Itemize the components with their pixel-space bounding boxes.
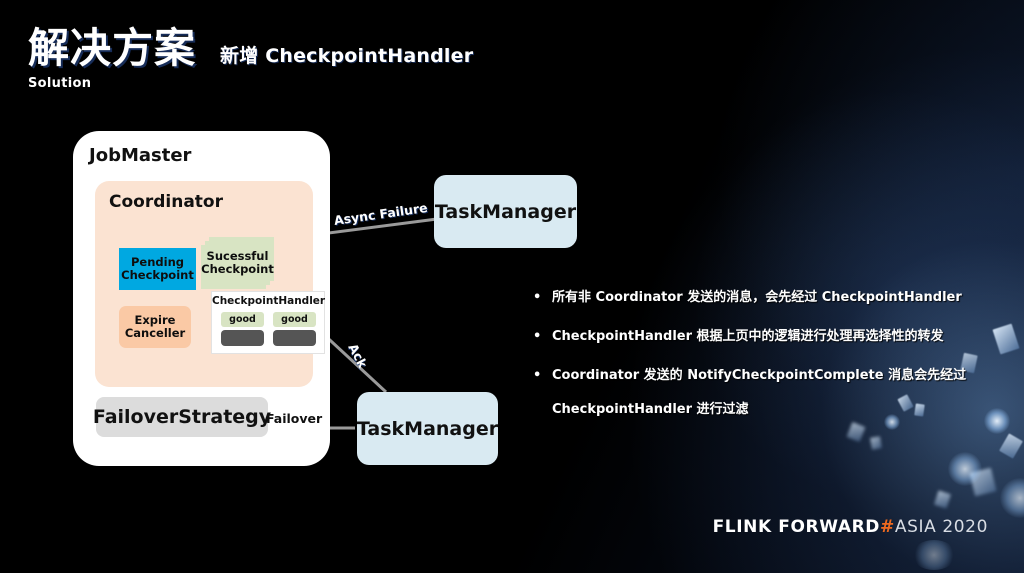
slide-canvas: 解决方案 新增 CheckpointHandler Solution JobMa… [0, 0, 1024, 573]
bullet-item: 所有非 Coordinator 发送的消息，会先经过 CheckpointHan… [530, 288, 990, 308]
checkpoint-handler-box: CheckpointHandler good good [211, 291, 325, 354]
decorative-cube [992, 323, 1020, 355]
pending-checkpoint-line2: Checkpoint [121, 268, 194, 282]
decorative-cube [969, 467, 997, 497]
taskmanager-top-box: TaskManager [434, 175, 577, 248]
handler-slot-good: good [273, 312, 316, 327]
checkpoint-handler-label: CheckpointHandler [212, 295, 326, 307]
bullet-text: 所有非 Coordinator 发送的消息，会先经过 CheckpointHan… [552, 290, 962, 305]
footer-asia-year: ASIA 2020 [894, 517, 988, 537]
successful-checkpoint-stack: Sucessful Checkpoint [201, 237, 274, 289]
footer-flink-forward: FLINK FORWARD [712, 517, 880, 537]
bullet-item: CheckpointHandler 根据上页中的逻辑进行处理再选择性的转发 [530, 327, 990, 347]
coordinator-label: Coordinator [109, 192, 223, 212]
pending-checkpoint-box: Pending Checkpoint [119, 248, 196, 290]
failover-strategy-box: FailoverStrategy [93, 397, 271, 437]
bullet-text-continued: CheckpointHandler 进行过滤 [552, 402, 749, 418]
bullet-list: 所有非 Coordinator 发送的消息，会先经过 CheckpointHan… [530, 288, 990, 440]
handler-slot-dark [221, 330, 264, 346]
handler-slot-good: good [221, 312, 264, 327]
footer-branding: FLINK FORWARD#ASIA 2020 [713, 517, 988, 537]
successful-checkpoint-line2: Checkpoint [201, 262, 274, 276]
bullet-text: CheckpointHandler 根据上页中的逻辑进行处理再选择性的转发 [552, 329, 944, 345]
bullet-text: Coordinator 发送的 NotifyCheckpointComplete… [552, 368, 967, 384]
bullet-item: Coordinator 发送的 NotifyCheckpointComplete… [530, 366, 990, 420]
decorative-glow [912, 540, 956, 570]
decorative-glow [1000, 478, 1024, 518]
arrow-label-async-failure: Async Failure [332, 199, 429, 228]
handler-slot-dark [273, 330, 316, 346]
expire-canceller-box: Expire Canceller [119, 306, 191, 348]
footer-hash: # [880, 517, 895, 537]
decorative-cube [934, 490, 951, 509]
taskmanager-bottom-box: TaskManager [357, 392, 498, 465]
decorative-cube [999, 433, 1023, 459]
architecture-diagram: JobMaster Coordinator Pending Checkpoint… [0, 0, 620, 573]
jobmaster-label: JobMaster [89, 145, 192, 166]
decorative-glow [948, 452, 982, 486]
arrow-label-ack: Ack [345, 340, 371, 371]
coordinator-panel: Coordinator Pending Checkpoint Sucessful… [95, 181, 325, 387]
checkpoint-handler-good-row: good good [221, 312, 316, 327]
arrow-label-failover: Failover [266, 411, 323, 426]
expire-canceller-line2: Canceller [124, 326, 186, 340]
checkpoint-handler-dark-row [221, 330, 316, 346]
